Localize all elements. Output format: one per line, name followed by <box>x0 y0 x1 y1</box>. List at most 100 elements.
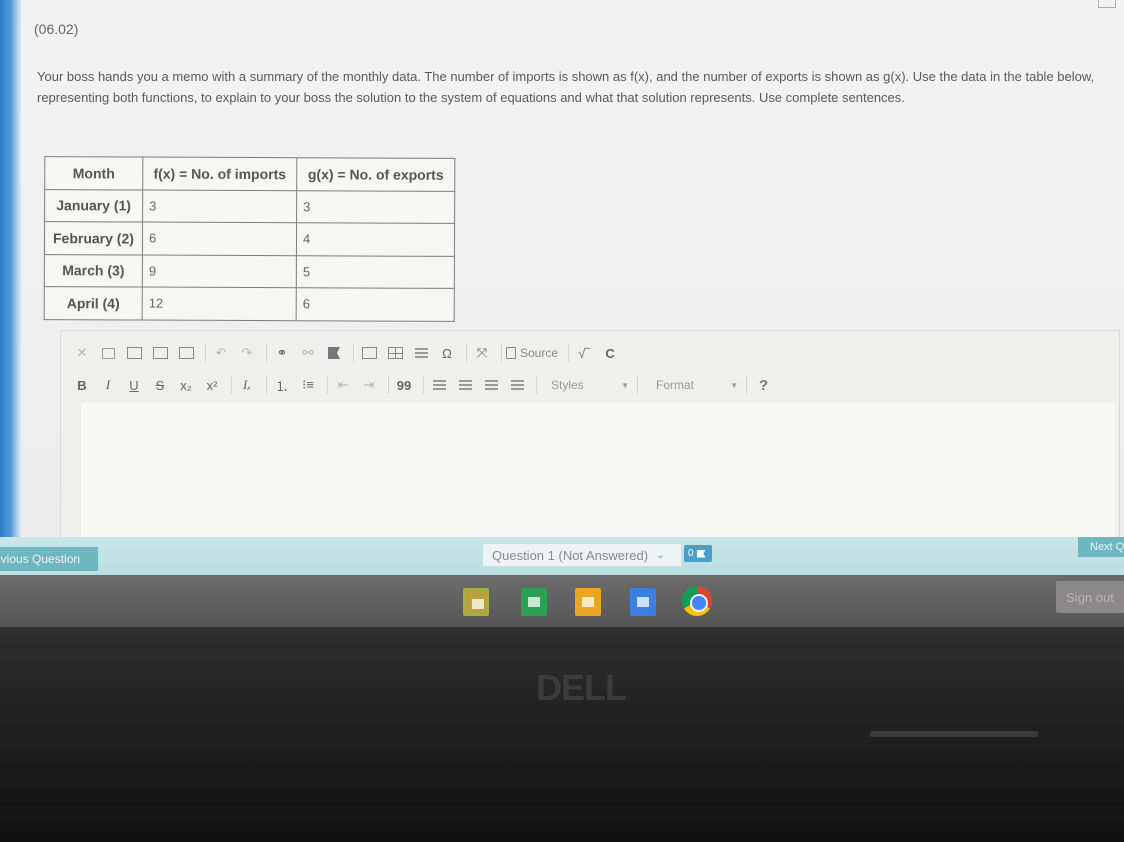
chevron-down-icon: ⌄ <box>656 549 665 561</box>
toolbar-divider <box>637 376 638 394</box>
question-code: (06.02) <box>34 21 79 37</box>
cell-month: February (2) <box>44 221 143 255</box>
toolbar-divider <box>423 376 424 394</box>
toolbar-divider <box>353 344 354 362</box>
remove-format-icon[interactable]: Iₓ <box>236 374 258 396</box>
question-nav-bar: evious Question Question 1 (Not Answered… <box>0 537 1124 575</box>
link-icon[interactable]: ⚭ <box>271 342 293 364</box>
cell-exports: 6 <box>296 287 455 321</box>
cell-month: April (4) <box>44 286 143 320</box>
subscript-icon[interactable]: x₂ <box>175 374 197 396</box>
table-row: April (4) 12 6 <box>44 286 455 321</box>
table-row: March (3) 9 5 <box>44 254 455 289</box>
anchor-flag-icon[interactable] <box>323 342 345 364</box>
cell-imports: 12 <box>142 287 297 321</box>
previous-question-button[interactable]: evious Question <box>0 547 98 571</box>
align-left-icon[interactable] <box>428 374 450 396</box>
sqrt-icon[interactable]: √‾ <box>573 342 595 364</box>
sign-out-button[interactable]: Sign out <box>1056 581 1124 613</box>
blockquote-button[interactable]: 99 <box>393 374 415 396</box>
format-label: Format <box>656 378 695 392</box>
redo-icon[interactable]: ↷ <box>236 342 258 364</box>
header-exports: g(x) = No. of exports <box>296 157 455 191</box>
flag-count-badge[interactable]: 0 <box>684 545 712 562</box>
cell-imports: 6 <box>142 222 297 256</box>
align-right-icon[interactable] <box>480 374 502 396</box>
sheets-app-icon[interactable] <box>521 588 547 616</box>
paste-icon[interactable] <box>123 342 145 364</box>
undo-icon[interactable]: ↶ <box>210 342 232 364</box>
rich-text-editor: ✕ ↶ ↷ ⚭ ⚯ Ω ⤧ Source √‾ C B I U S x₂ x² … <box>60 330 1120 540</box>
maximize-icon[interactable]: ⤧ <box>471 342 493 364</box>
left-edge <box>0 0 22 545</box>
source-button[interactable]: Source <box>506 346 558 360</box>
cell-exports: 5 <box>296 255 455 289</box>
answer-text-area[interactable] <box>81 403 1115 539</box>
toolbar-divider <box>327 376 328 394</box>
laptop-hinge <box>0 747 1124 807</box>
editor-toolbar-top: ✕ ↶ ↷ ⚭ ⚯ Ω ⤧ Source √‾ C <box>71 340 625 366</box>
next-question-label: Next Q <box>1090 541 1124 553</box>
bullet-list-icon[interactable]: ⁝≡ <box>297 374 319 396</box>
data-table: Month f(x) = No. of imports g(x) = No. o… <box>43 156 456 322</box>
chrome-app-icon[interactable] <box>682 586 712 616</box>
toolbar-divider <box>746 376 747 394</box>
bold-button[interactable]: B <box>71 374 93 396</box>
cell-imports: 3 <box>142 189 297 223</box>
header-imports: f(x) = No. of imports <box>142 157 297 191</box>
table-row: February (2) 6 4 <box>44 221 455 256</box>
flag-icon <box>696 549 706 558</box>
toolbar-divider <box>266 376 267 394</box>
toolbar-divider <box>568 344 570 362</box>
toolbar-divider <box>466 344 467 362</box>
styles-dropdown[interactable]: Styles ▼ <box>547 374 633 396</box>
question-select-label: Question 1 (Not Answered) <box>492 547 649 563</box>
paste-word-icon[interactable] <box>175 342 197 364</box>
chemistry-icon[interactable]: C <box>599 342 621 364</box>
toolbar-divider <box>205 344 206 362</box>
toolbar-divider <box>536 376 537 394</box>
laptop-bezel: DELL <box>0 627 1124 842</box>
format-dropdown[interactable]: Format ▼ <box>652 374 742 396</box>
docs-app-icon[interactable] <box>630 588 656 616</box>
document-icon <box>506 347 516 359</box>
horizontal-rule-icon[interactable] <box>410 342 432 364</box>
toolbar-divider <box>231 376 232 394</box>
toolbar-divider <box>266 344 267 362</box>
help-button[interactable]: ? <box>759 377 768 394</box>
corner-icon <box>1098 0 1116 8</box>
dropdown-arrow-icon: ▼ <box>621 380 629 390</box>
superscript-icon[interactable]: x² <box>201 374 223 396</box>
indent-icon[interactable]: ⇥ <box>358 374 380 396</box>
toolbar-divider <box>501 344 502 362</box>
strike-button[interactable]: S <box>149 374 171 396</box>
classroom-app-icon[interactable] <box>463 588 489 616</box>
next-question-button[interactable]: Next Q <box>1078 537 1124 557</box>
toolbar-divider <box>388 376 389 394</box>
copy-icon[interactable] <box>97 342 119 364</box>
unlink-icon[interactable]: ⚯ <box>297 342 319 364</box>
table-row: January (1) 3 3 <box>44 189 455 224</box>
cell-month: January (1) <box>44 189 143 223</box>
image-icon[interactable] <box>358 342 380 364</box>
special-char-icon[interactable]: Ω <box>436 342 458 364</box>
styles-label: Styles <box>551 378 584 392</box>
question-select[interactable]: Question 1 (Not Answered) ⌄ <box>482 543 682 567</box>
editor-toolbar-bottom: B I U S x₂ x² Iₓ ⒈ ⁝≡ ⇤ ⇥ 99 Styles ▼ Fo… <box>71 372 768 398</box>
slides-app-icon[interactable] <box>575 588 601 616</box>
paste-text-icon[interactable] <box>149 342 171 364</box>
table-icon[interactable] <box>384 342 406 364</box>
cell-month: March (3) <box>44 254 143 288</box>
bezel-vent <box>870 731 1038 737</box>
align-center-icon[interactable] <box>454 374 476 396</box>
flag-count: 0 <box>688 548 694 559</box>
numbered-list-icon[interactable]: ⒈ <box>271 374 293 396</box>
question-content: (06.02) Your boss hands you a memo with … <box>22 0 1124 545</box>
outdent-icon[interactable]: ⇤ <box>332 374 354 396</box>
italic-button[interactable]: I <box>97 374 119 396</box>
dropdown-arrow-icon: ▼ <box>730 380 738 390</box>
justify-icon[interactable] <box>506 374 528 396</box>
underline-button[interactable]: U <box>123 374 145 396</box>
table-header-row: Month f(x) = No. of imports g(x) = No. o… <box>44 156 455 191</box>
cut-icon[interactable]: ✕ <box>71 342 93 364</box>
